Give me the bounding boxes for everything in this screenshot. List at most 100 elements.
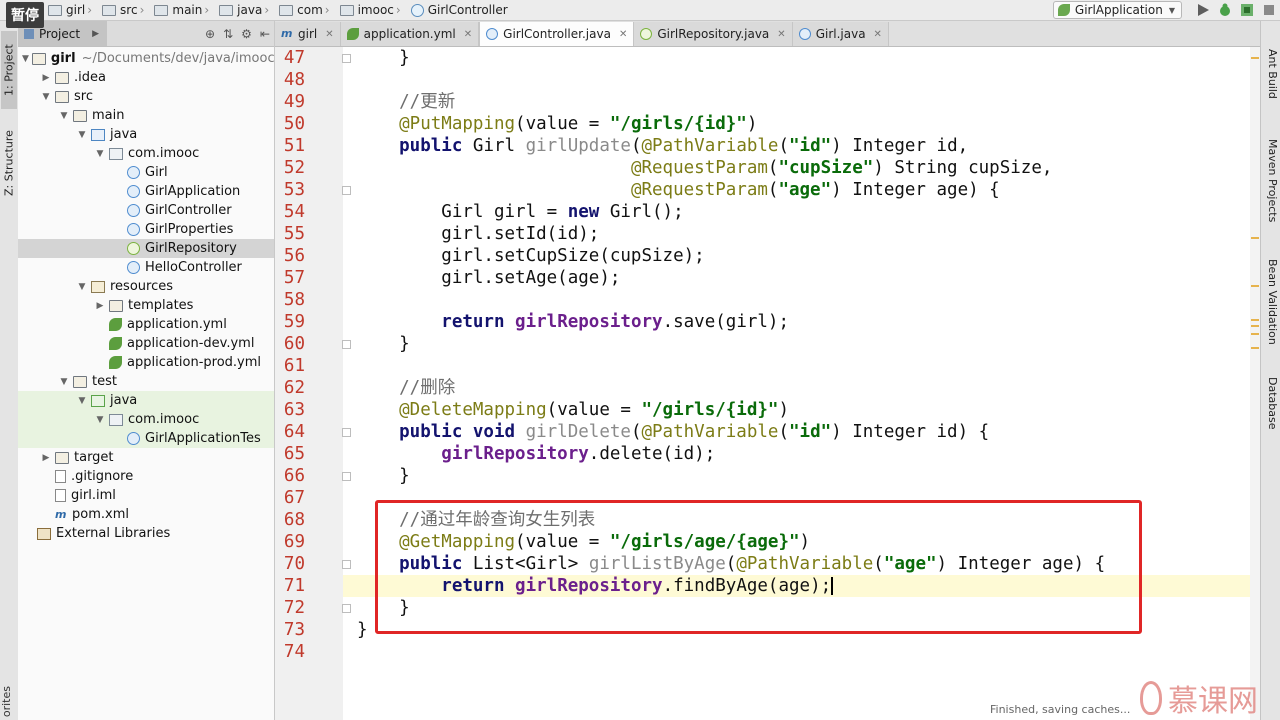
code-line[interactable]: //通过年龄查询女生列表 (343, 509, 1260, 531)
tree-item[interactable]: HelloController (18, 258, 274, 277)
breadcrumb-item[interactable]: src › (98, 0, 150, 20)
code-line[interactable]: girl.setAge(age); (343, 267, 1260, 289)
editor-tab[interactable]: application.yml ✕ (340, 22, 480, 46)
expanded-arrow-icon[interactable]: ▼ (76, 396, 88, 406)
tree-item[interactable]: ▼ test (18, 372, 274, 391)
code-line[interactable]: } (343, 597, 1260, 619)
tree-item[interactable]: girl.iml (18, 486, 274, 505)
code-line[interactable]: } (343, 47, 1260, 69)
tree-item[interactable]: application-prod.yml (18, 353, 274, 372)
tree-item[interactable]: GirlApplication (18, 182, 274, 201)
code-line[interactable]: @RequestParam("age") Integer age) { (343, 179, 1260, 201)
close-icon[interactable]: ✕ (325, 29, 333, 40)
editor-tab[interactable]: GirlController.java ✕ (479, 22, 635, 46)
breadcrumb-item[interactable]: imooc › (336, 0, 407, 20)
code-line[interactable]: @GetMapping(value = "/girls/age/{age}") (343, 531, 1260, 553)
tree-item[interactable]: ▶ .idea (18, 68, 274, 87)
code-line[interactable] (343, 487, 1260, 509)
collapsed-arrow-icon[interactable]: ▶ (94, 301, 106, 311)
close-icon[interactable]: ✕ (464, 29, 472, 40)
tree-item[interactable]: ▼ com.imooc (18, 144, 274, 163)
breadcrumb-item[interactable]: main › (150, 0, 215, 20)
coverage-icon[interactable] (1236, 0, 1258, 20)
expanded-arrow-icon[interactable]: ▼ (22, 54, 29, 64)
code-line[interactable]: //删除 (343, 377, 1260, 399)
code-line[interactable]: girlRepository.delete(id); (343, 443, 1260, 465)
tree-item[interactable]: ▶ templates (18, 296, 274, 315)
tree-item[interactable]: ▼ resources (18, 277, 274, 296)
collapsed-arrow-icon[interactable]: ▶ (40, 73, 52, 83)
expanded-arrow-icon[interactable]: ▼ (58, 377, 70, 387)
code-line[interactable]: } (343, 465, 1260, 487)
database-tool-tab[interactable]: Database (1263, 377, 1279, 433)
run-icon[interactable] (1192, 0, 1214, 20)
code-line[interactable]: Girl girl = new Girl(); (343, 201, 1260, 223)
code-line[interactable] (343, 289, 1260, 311)
code-line[interactable] (343, 641, 1260, 663)
tree-item[interactable]: ▼ java (18, 125, 274, 144)
tree-item[interactable]: application-dev.yml (18, 334, 274, 353)
tree-item[interactable]: ▶ target (18, 448, 274, 467)
code-line[interactable]: public List<Girl> girlListByAge(@PathVar… (343, 553, 1260, 575)
tree-item[interactable]: External Libraries (18, 524, 274, 543)
pause-overlay-label[interactable]: 暂停 (6, 2, 44, 28)
tree-item[interactable]: application.yml (18, 315, 274, 334)
favorites-tool-tab[interactable]: orites (0, 686, 16, 717)
code-line[interactable]: @PutMapping(value = "/girls/{id}") (343, 113, 1260, 135)
close-icon[interactable]: ✕ (874, 29, 882, 40)
code-line[interactable]: @RequestParam("cupSize") String cupSize, (343, 157, 1260, 179)
ant-build-tool-tab[interactable]: Ant Build (1263, 49, 1279, 105)
code-line[interactable] (343, 355, 1260, 377)
tree-item[interactable]: ▼ java (18, 391, 274, 410)
code-line[interactable]: } (343, 619, 1260, 641)
close-icon[interactable]: ✕ (777, 29, 785, 40)
tree-item[interactable]: .gitignore (18, 467, 274, 486)
code-line[interactable]: public Girl girlUpdate(@PathVariable("id… (343, 135, 1260, 157)
close-icon[interactable]: ✕ (619, 29, 627, 40)
scroll-from-source-icon[interactable]: ⊕ (205, 27, 215, 41)
expanded-arrow-icon[interactable]: ▼ (94, 415, 106, 425)
hide-panel-icon[interactable]: ⇤ (260, 27, 270, 41)
code-line[interactable]: public void girlDelete(@PathVariable("id… (343, 421, 1260, 443)
editor-tab[interactable]: GirlRepository.java ✕ (634, 22, 793, 46)
tree-item[interactable]: ▼ girl ~/Documents/dev/java/imooc/ (18, 49, 274, 68)
gear-icon[interactable]: ⚙ (241, 27, 252, 41)
tree-item[interactable]: Girl (18, 163, 274, 182)
tree-item[interactable]: m pom.xml (18, 505, 274, 524)
expanded-arrow-icon[interactable]: ▼ (76, 282, 88, 292)
bean-validation-tool-tab[interactable]: Bean Validation (1263, 259, 1279, 345)
structure-tool-tab[interactable]: Z: Structure (1, 123, 17, 203)
tree-item[interactable]: ▼ src (18, 87, 274, 106)
collapse-all-icon[interactable]: ⇅ (223, 27, 233, 41)
code-line[interactable] (343, 69, 1260, 91)
code-line[interactable]: return girlRepository.findByAge(age); (343, 575, 1260, 597)
code-editor[interactable]: 47 48 49 50 51 52 53 54 55 56 57 58 59 60 61 62 63 64 65 66… (275, 47, 1260, 720)
breadcrumb-item[interactable]: java › (215, 0, 275, 20)
breadcrumb-item[interactable]: com › (275, 0, 335, 20)
editor-scrollbar[interactable] (1250, 47, 1260, 720)
expanded-arrow-icon[interactable]: ▼ (58, 111, 70, 121)
tree-item[interactable]: GirlRepository (18, 239, 274, 258)
code-line[interactable]: //更新 (343, 91, 1260, 113)
tree-item[interactable]: GirlController (18, 201, 274, 220)
run-configuration-select[interactable]: GirlApplication ▼ (1052, 1, 1182, 19)
code-line[interactable]: girl.setCupSize(cupSize); (343, 245, 1260, 267)
editor-tab[interactable]: m girl ✕ (275, 22, 341, 46)
project-tool-tab[interactable]: 1: Project (1, 31, 17, 109)
maven-projects-tool-tab[interactable]: Maven Projects (1263, 139, 1279, 231)
expanded-arrow-icon[interactable]: ▼ (76, 130, 88, 140)
code-line[interactable]: } (343, 333, 1260, 355)
debug-icon[interactable] (1214, 0, 1236, 20)
expanded-arrow-icon[interactable]: ▼ (94, 149, 106, 159)
code-line[interactable]: @DeleteMapping(value = "/girls/{id}") (343, 399, 1260, 421)
tree-item[interactable]: ▼ com.imooc (18, 410, 274, 429)
editor-tab[interactable]: Girl.java ✕ (792, 22, 889, 46)
code-area[interactable]: } //更新 @PutMapping(value = "/girls/{id}"… (343, 47, 1260, 720)
collapsed-arrow-icon[interactable]: ▶ (40, 453, 52, 463)
breadcrumb-item[interactable]: GirlController (407, 0, 514, 20)
tree-item[interactable]: ▼ main (18, 106, 274, 125)
code-line[interactable]: girl.setId(id); (343, 223, 1260, 245)
tree-item[interactable]: GirlProperties (18, 220, 274, 239)
tree-item[interactable]: GirlApplicationTes (18, 429, 274, 448)
stop-icon[interactable] (1258, 0, 1280, 20)
